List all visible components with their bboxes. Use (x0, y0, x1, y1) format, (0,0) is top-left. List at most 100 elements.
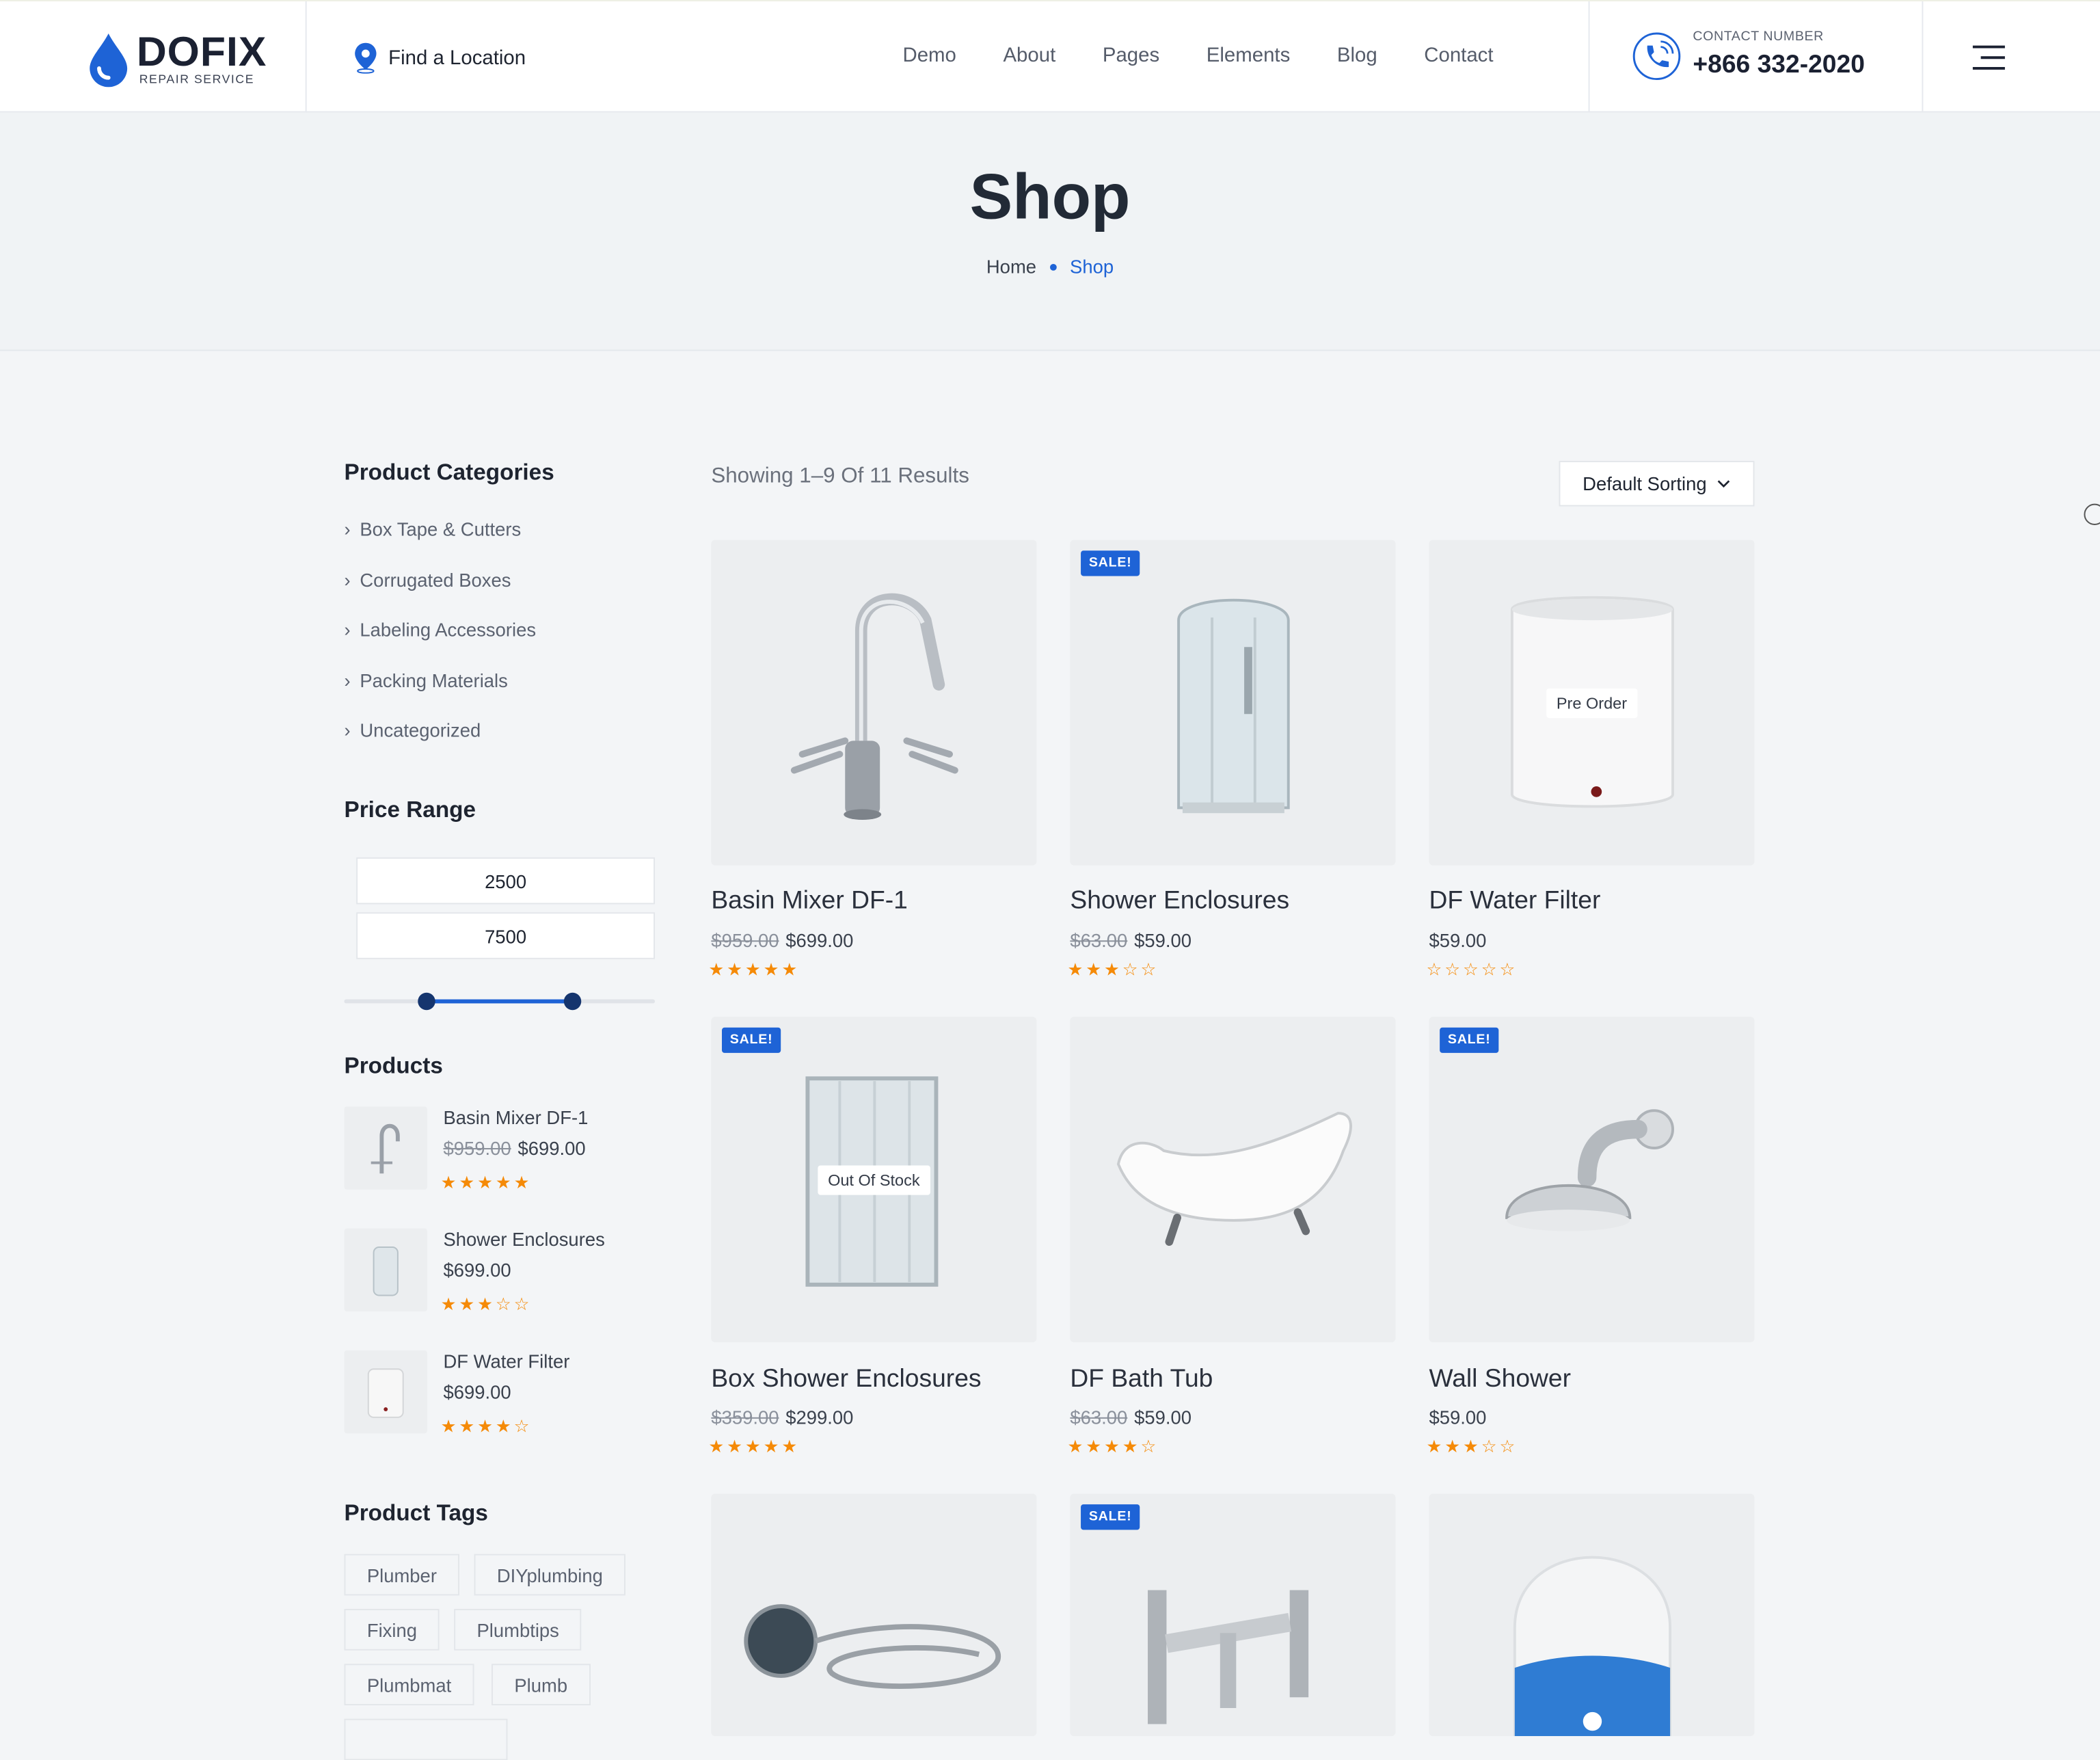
sidebar-product-name[interactable]: Shower Enclosures (443, 1229, 604, 1250)
chevron-right-icon: › (344, 719, 351, 741)
product-image[interactable] (711, 1493, 1037, 1737)
product-price: $359.00 $299.00 (711, 1406, 853, 1428)
category-label: Labeling Accessories (360, 619, 537, 641)
product-image[interactable]: SALE! (1429, 1017, 1755, 1343)
product-thumbnail[interactable] (344, 1350, 427, 1434)
shower-enclosure-image (1177, 598, 1290, 814)
phone-icon (1632, 32, 1681, 81)
find-location-label: Find a Location (388, 46, 526, 69)
category-label: Uncategorized (360, 719, 481, 741)
breadcrumb: Home Shop (0, 256, 2100, 277)
category-link[interactable]: › Uncategorized (345, 719, 481, 741)
price: $699.00 (517, 1137, 586, 1159)
sale-badge: SALE! (1440, 1027, 1499, 1053)
divider (305, 1, 307, 114)
price-range-heading: Price Range (344, 797, 476, 823)
product-name[interactable]: DF Water Filter (1429, 887, 1600, 916)
nav-contact[interactable]: Contact (1424, 44, 1493, 67)
sidebar-product-name[interactable]: Basin Mixer DF-1 (443, 1106, 588, 1128)
product-image[interactable]: SALE! (1070, 1493, 1396, 1737)
logo-subtitle: REPAIR SERVICE (139, 72, 255, 86)
sidebar-product-name[interactable]: DF Water Filter (443, 1350, 569, 1372)
nav-about[interactable]: About (1003, 44, 1055, 67)
price: $59.00 (1134, 1406, 1192, 1428)
water-heater-image (1513, 1556, 1672, 1737)
product-image[interactable] (711, 539, 1037, 866)
tag-link[interactable]: DIYplumbing (474, 1554, 626, 1596)
product-name[interactable]: Wall Shower (1429, 1365, 1571, 1394)
sidebar-product-price: $699.00 (443, 1381, 511, 1402)
sidebar-product[interactable]: Shower Enclosures $699.00 ★★★☆☆ (344, 1228, 666, 1322)
results-count: Showing 1–9 Of 11 Results (711, 464, 969, 488)
chevron-right-icon: › (344, 619, 351, 641)
scroll-indicator-icon[interactable] (2084, 503, 2100, 526)
nav-pages[interactable]: Pages (1103, 44, 1159, 67)
tag-link[interactable] (344, 1718, 508, 1760)
product-name[interactable]: Box Shower Enclosures (711, 1365, 981, 1394)
rating-stars: ★★★☆☆ (1067, 959, 1159, 980)
price-max-input[interactable] (356, 912, 656, 959)
product-name[interactable]: Basin Mixer DF-1 (711, 887, 908, 916)
wall-shower-image (1505, 1109, 1674, 1231)
sale-badge: SALE! (1081, 550, 1140, 576)
categories-heading: Product Categories (344, 459, 554, 485)
rating-stars: ★★★★☆ (440, 1415, 533, 1437)
sidebar-product[interactable]: DF Water Filter $699.00 ★★★★☆ (344, 1350, 666, 1444)
rating-stars: ☆☆☆☆☆ (1426, 959, 1518, 980)
price-min-input[interactable] (356, 857, 656, 905)
find-location-link[interactable]: Find a Location (351, 42, 526, 74)
products-heading: Products (344, 1052, 443, 1079)
breadcrumb-current: Shop (1070, 256, 1114, 278)
category-label: Box Tape & Cutters (360, 518, 522, 540)
logo[interactable]: DOFIX REPAIR SERVICE (85, 28, 286, 90)
product-image[interactable] (1070, 1017, 1396, 1343)
sale-badge: SALE! (722, 1027, 781, 1053)
product-image[interactable]: Pre Order (1429, 539, 1755, 866)
product-thumbnail[interactable] (344, 1106, 427, 1190)
old-price: $63.00 (1070, 1406, 1128, 1428)
category-link[interactable]: › Corrugated Boxes (345, 570, 511, 591)
price-slider-max-handle[interactable] (563, 992, 582, 1011)
price: $699.00 (443, 1259, 511, 1281)
product-image[interactable]: SALE! Out Of Stock (711, 1017, 1037, 1343)
price: $299.00 (785, 1406, 854, 1428)
product-thumbnail[interactable] (344, 1228, 427, 1312)
nav-blog[interactable]: Blog (1337, 44, 1377, 67)
tag-link[interactable]: Plumbmat (344, 1664, 474, 1706)
page-title: Shop (969, 162, 1131, 233)
product-name[interactable]: DF Bath Tub (1070, 1365, 1213, 1394)
chevron-down-icon (1718, 480, 1730, 488)
tag-link[interactable]: Plumbtips (454, 1608, 582, 1651)
product-price: $63.00 $59.00 (1070, 1406, 1192, 1428)
main-nav: Demo About Pages Elements Blog Contact (902, 44, 1540, 67)
rating-stars: ★★★☆☆ (1426, 1436, 1518, 1456)
product-name[interactable]: Shower Enclosures (1070, 887, 1289, 916)
rating-stars: ★★★★★ (440, 1172, 533, 1192)
tag-link[interactable]: Plumber (344, 1554, 460, 1596)
category-link[interactable]: › Packing Materials (345, 670, 508, 691)
pre-order-label: Pre Order (1546, 688, 1638, 718)
product-price: $59.00 (1429, 930, 1486, 951)
price-slider-min-handle[interactable] (418, 992, 435, 1011)
menu-hamburger-icon[interactable] (1970, 44, 2008, 71)
category-link[interactable]: › Box Tape & Cutters (345, 518, 522, 539)
product-image[interactable]: SALE! (1070, 539, 1396, 866)
out-of-stock-label: Out Of Stock (817, 1164, 931, 1195)
contact-block[interactable]: CONTACT NUMBER +866 332-2020 (1631, 28, 1899, 87)
breadcrumb-home[interactable]: Home (986, 256, 1036, 277)
nav-demo[interactable]: Demo (902, 44, 956, 67)
sorting-select[interactable]: Default Sorting (1559, 460, 1755, 507)
sidebar-product[interactable]: Basin Mixer DF-1 $959.00 $699.00 ★★★★★ (344, 1106, 666, 1200)
category-link[interactable]: › Labeling Accessories (345, 619, 537, 640)
price: $59.00 (1134, 929, 1192, 952)
tag-link[interactable]: Plumb (492, 1664, 591, 1706)
sale-badge: SALE! (1081, 1504, 1140, 1530)
rating-stars: ★★★★★ (708, 959, 800, 980)
old-price: $959.00 (443, 1137, 511, 1159)
tag-link[interactable]: Fixing (344, 1608, 440, 1651)
product-image[interactable] (1429, 1493, 1755, 1737)
rating-stars: ★★★★☆ (1067, 1436, 1159, 1456)
nav-elements[interactable]: Elements (1207, 44, 1291, 67)
chevron-right-icon: › (344, 669, 351, 691)
product-tags-heading: Product Tags (344, 1500, 488, 1526)
